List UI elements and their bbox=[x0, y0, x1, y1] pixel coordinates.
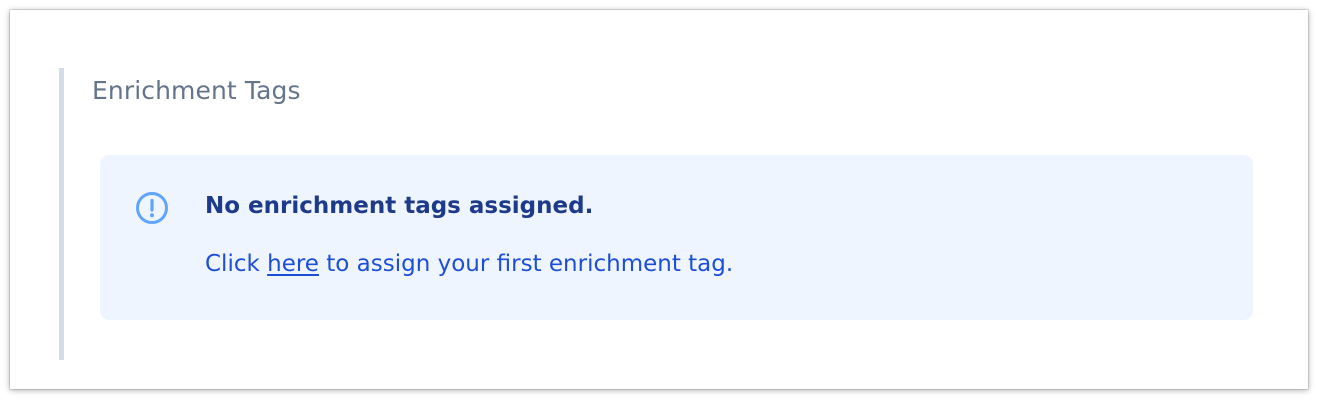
alert-body-suffix: to assign your first enrichment tag. bbox=[318, 251, 734, 277]
empty-state-alert: No enrichment tags assigned. Click here … bbox=[100, 155, 1253, 320]
section-title: Enrichment Tags bbox=[92, 76, 301, 105]
alert-body: Click here to assign your first enrichme… bbox=[205, 251, 733, 277]
assign-tag-link[interactable]: here bbox=[267, 251, 319, 277]
alert-heading: No enrichment tags assigned. bbox=[205, 193, 594, 219]
info-exclamation-icon bbox=[135, 191, 169, 225]
enrichment-tags-section: Enrichment Tags No enrichment tags assig… bbox=[59, 68, 1259, 360]
panel-window: Enrichment Tags No enrichment tags assig… bbox=[10, 10, 1308, 389]
alert-body-prefix: Click bbox=[205, 251, 268, 277]
